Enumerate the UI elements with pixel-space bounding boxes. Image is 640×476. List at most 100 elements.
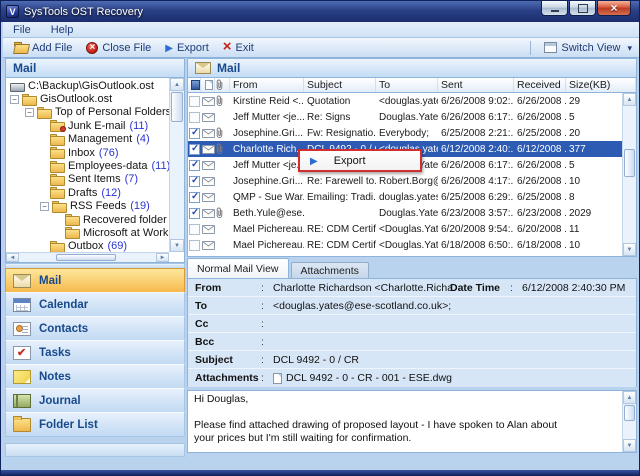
column-attachment[interactable] — [215, 78, 230, 92]
scroll-right-icon[interactable] — [156, 253, 169, 262]
tree-item-junk-e-mail[interactable]: Junk E-mail (11) — [6, 119, 169, 132]
list-vertical-scrollbar[interactable] — [622, 93, 636, 256]
export-button[interactable]: Export — [158, 38, 216, 57]
scroll-down-icon[interactable] — [170, 239, 184, 252]
column-size[interactable]: Size(KB) — [566, 78, 636, 92]
scroll-up-icon[interactable] — [170, 78, 184, 91]
cell-to: Everybody; — [376, 128, 438, 139]
row-checkbox[interactable] — [189, 192, 200, 203]
row-checkbox[interactable] — [189, 96, 200, 107]
tree-item-gisoutlook-ost[interactable]: −GisOutlook.ost — [6, 92, 169, 105]
scroll-up-icon[interactable] — [623, 391, 636, 404]
message-body-panel: Hi Douglas, Please find attached drawing… — [187, 390, 637, 453]
column-from[interactable]: From — [230, 78, 304, 92]
column-sent[interactable]: Sent — [438, 78, 514, 92]
tree-item-count: (11) — [129, 120, 148, 132]
folder-icon — [22, 94, 37, 105]
scroll-down-icon[interactable] — [623, 439, 636, 452]
row-checkbox[interactable] — [189, 160, 200, 171]
list-scroll-thumb[interactable] — [624, 149, 635, 177]
mail-envelope-icon — [195, 62, 211, 74]
expander-icon[interactable]: − — [10, 95, 19, 104]
nav-item-notes[interactable]: Notes — [5, 364, 185, 389]
menu-file[interactable]: File — [3, 22, 41, 37]
folder-icon — [50, 147, 65, 158]
tree-item-label: Recovered folder 1 — [83, 214, 169, 226]
expander-icon[interactable]: − — [25, 108, 34, 117]
row-checkbox[interactable] — [189, 224, 200, 235]
tree-vertical-scrollbar[interactable] — [169, 78, 184, 252]
row-checkbox[interactable] — [189, 256, 200, 257]
add-file-button[interactable]: Add File — [7, 38, 79, 57]
menu-help[interactable]: Help — [41, 22, 84, 37]
attachment-file-name[interactable]: DCL 9492 - 0 - CR - 001 - ESE.dwg — [286, 372, 452, 384]
body-vertical-scrollbar[interactable] — [622, 391, 636, 452]
tree-horizontal-scrollbar[interactable] — [6, 252, 169, 262]
tree-item-employees-data[interactable]: Employees-data(11) — [6, 159, 169, 172]
minimize-button[interactable] — [541, 1, 568, 16]
mail-row[interactable]: Kirstine Reid <...Quotation<douglas.yate… — [188, 93, 622, 109]
blue-play-arrow-icon — [165, 42, 173, 54]
mail-row[interactable]: Josephine.Gri...Re: Farewell to...Robert… — [188, 173, 622, 189]
scroll-up-icon[interactable] — [623, 93, 636, 106]
nav-item-journal[interactable]: Journal — [5, 388, 185, 413]
tree-item-recovered-folder-1[interactable]: Recovered folder 1(1 — [6, 213, 169, 226]
row-checkbox[interactable] — [189, 208, 200, 219]
expander-icon[interactable]: − — [40, 202, 49, 211]
mail-row[interactable]: Jeff Mutter <je...Re: SignsDouglas.Yates… — [188, 109, 622, 125]
tree-item-rss-feeds[interactable]: −RSS Feeds(19) — [6, 200, 169, 213]
tree-item-count: (12) — [101, 187, 121, 199]
nav-item-calendar[interactable]: Calendar — [5, 292, 185, 317]
exit-button[interactable]: Exit — [216, 38, 261, 57]
tree-item-management[interactable]: Management(4) — [6, 133, 169, 146]
cell-from: Josephine.Gri... — [230, 176, 304, 187]
tree-item-microsoft-at-work[interactable]: Microsoft at Work(28 — [6, 226, 169, 239]
switch-view-button[interactable]: Switch View — [537, 38, 639, 57]
export-context-menu[interactable]: Export — [298, 149, 422, 172]
cell-from: Jeff Mutter <je... — [230, 160, 304, 171]
row-checkbox[interactable] — [189, 128, 200, 139]
tree-item-outbox[interactable]: Outbox(69) — [6, 240, 169, 252]
envelope-icon — [201, 193, 215, 202]
column-to[interactable]: To — [376, 78, 438, 92]
tab-attachments[interactable]: Attachments — [291, 262, 369, 278]
tree-item-label: Junk E-mail — [68, 120, 125, 132]
tree-item-drafts[interactable]: Drafts(12) — [6, 186, 169, 199]
row-checkbox[interactable] — [189, 240, 200, 251]
tree-item-sent-items[interactable]: Sent Items(7) — [6, 173, 169, 186]
close-button[interactable] — [597, 1, 631, 16]
mail-row[interactable]: Josephine.Gri...Fw: Resignatio...Everybo… — [188, 125, 622, 141]
tree-item-top-of-personal-folders[interactable]: −Top of Personal Folders(0) — [6, 106, 169, 119]
mail-row[interactable] — [188, 253, 622, 256]
close-file-button[interactable]: Close File — [79, 38, 158, 57]
column-received[interactable]: Received — [514, 78, 566, 92]
nav-item-mail[interactable]: Mail — [5, 268, 185, 293]
body-scroll-thumb[interactable] — [624, 405, 635, 421]
nav-item-contacts[interactable]: Contacts — [5, 316, 185, 341]
field-subject: Subject DCL 9492 - 0 / CR — [188, 351, 636, 369]
column-item-type[interactable] — [201, 78, 215, 92]
nav-item-folder-list[interactable]: Folder List — [5, 412, 185, 437]
mail-row[interactable]: Mael Pichereau...RE: CDM Certifi...<Doug… — [188, 221, 622, 237]
mail-row[interactable]: QMP - Sue War...Emailing: Tradi...dougla… — [188, 189, 622, 205]
scroll-down-icon[interactable] — [623, 243, 636, 256]
column-select-all[interactable] — [188, 78, 201, 92]
nav-item-tasks[interactable]: Tasks — [5, 340, 185, 365]
scroll-left-icon[interactable] — [6, 253, 19, 262]
tree-item-c-backup-gisoutlook-ost[interactable]: C:\Backup\GisOutlook.ost — [6, 79, 169, 92]
menu-bar: File Help — [3, 22, 639, 38]
tree-item-inbox[interactable]: Inbox(76) — [6, 146, 169, 159]
row-checkbox[interactable] — [189, 144, 200, 155]
maximize-button[interactable] — [569, 1, 596, 16]
cell-received: 6/26/2008 ... — [514, 96, 566, 107]
row-checkbox[interactable] — [189, 112, 200, 123]
tree-hscroll-thumb[interactable] — [56, 254, 116, 261]
tab-normal-mail-view[interactable]: Normal Mail View — [187, 258, 289, 278]
attachments-label: Attachments — [195, 372, 261, 384]
colon — [510, 282, 522, 294]
tree-scroll-thumb[interactable] — [171, 92, 183, 122]
column-subject[interactable]: Subject — [304, 78, 376, 92]
mail-row[interactable]: Beth.Yule@ese...Douglas.Yates...6/23/200… — [188, 205, 622, 221]
row-checkbox[interactable] — [189, 176, 200, 187]
mail-row[interactable]: Mael Pichereau...RE: CDM Certifi...<Doug… — [188, 237, 622, 253]
